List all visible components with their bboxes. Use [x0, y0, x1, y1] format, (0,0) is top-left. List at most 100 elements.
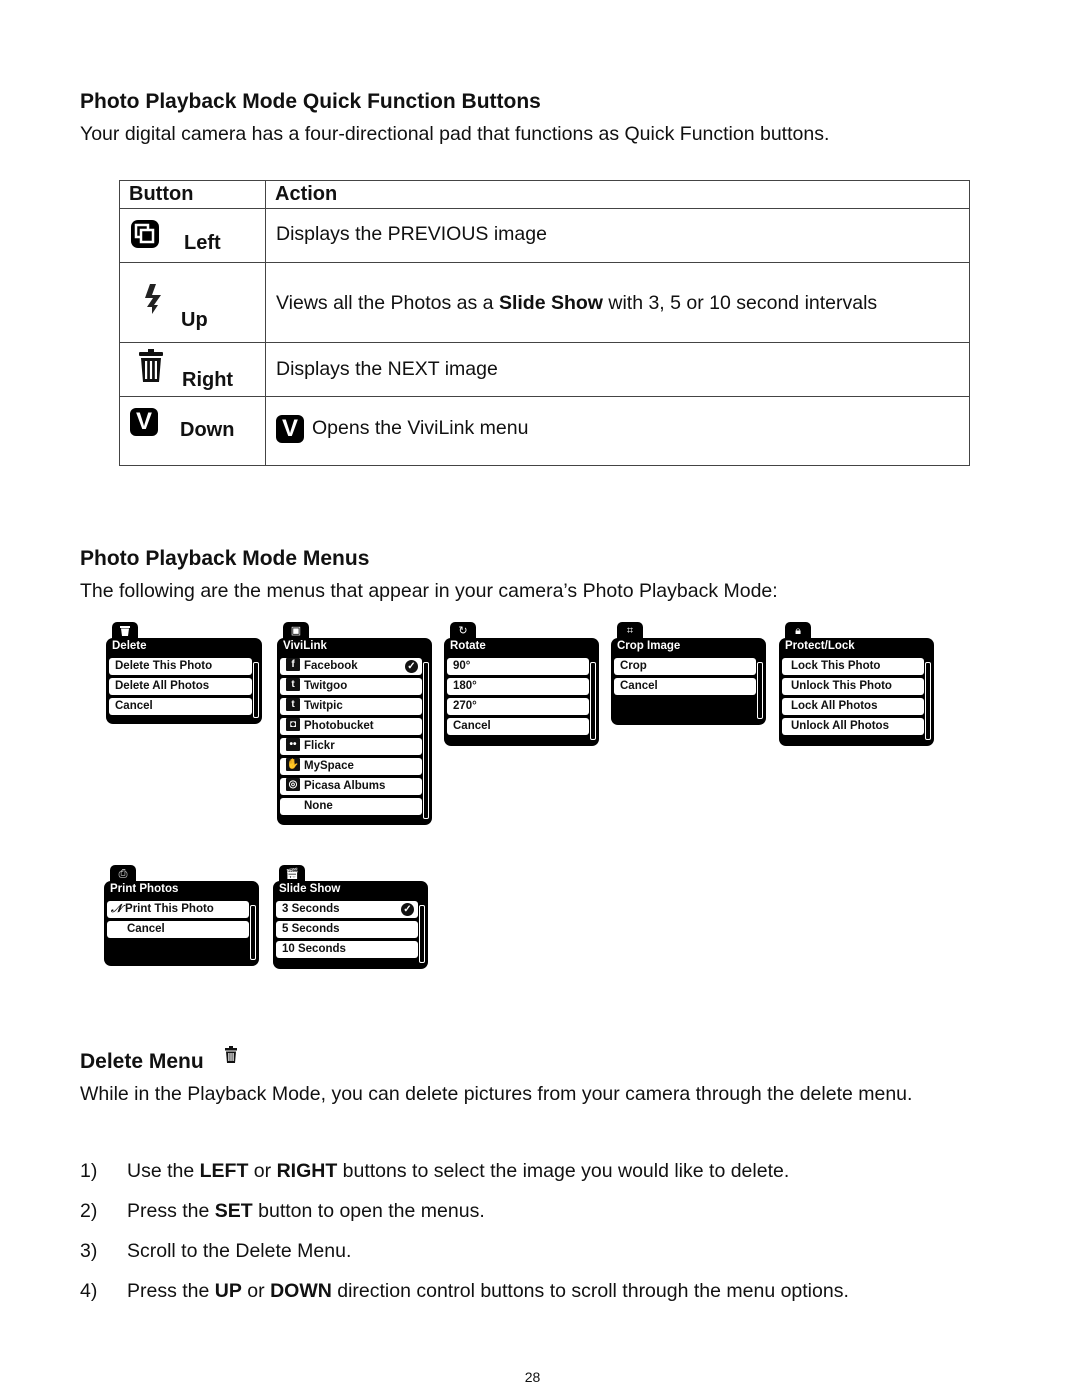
menu-item-lock-all-photos[interactable]: Lock All Photos — [782, 698, 924, 715]
step-text: or — [248, 1160, 277, 1182]
crop-image-menu: ⌗ Crop Image Crop Cancel — [611, 622, 766, 725]
menu-item-180[interactable]: 180° — [447, 678, 589, 695]
scrollbar[interactable] — [419, 905, 425, 963]
step-text-bold: RIGHT — [276, 1160, 338, 1182]
scrollbar[interactable] — [253, 662, 259, 718]
menu-title: Delete — [112, 640, 147, 652]
menu-item-unlock-all-photos[interactable]: Unlock All Photos — [782, 718, 924, 735]
twitgoo-icon: t — [286, 678, 300, 692]
menu-item-photobucket[interactable]: ◘ Photobucket — [280, 718, 422, 735]
menu-title: Protect/Lock — [785, 640, 855, 652]
section-intro-delete-menu: While in the Playback Mode, you can dele… — [80, 1083, 913, 1105]
menu-item-myspace[interactable]: ✋ MySpace — [280, 758, 422, 775]
page-number: 28 — [524, 1369, 541, 1385]
menu-item-270[interactable]: 270° — [447, 698, 589, 715]
button-label-down: Down — [180, 419, 235, 441]
slide-show-menu: 🎬︎ Slide Show 3 Seconds ✓ 5 Seconds 10 Se… — [273, 865, 428, 969]
scrollbar[interactable] — [423, 662, 429, 819]
checkmark-icon: ✓ — [405, 660, 418, 673]
table-header-row: Button Action — [119, 180, 970, 209]
menu-item-10-seconds[interactable]: 10 Seconds — [276, 941, 418, 958]
menu-item-crop[interactable]: Crop — [614, 658, 756, 675]
step-number: 2) — [80, 1200, 98, 1222]
scrollbar[interactable] — [925, 662, 931, 740]
button-label-up: Up — [181, 309, 208, 331]
picasa-icon: ◎ — [286, 778, 300, 792]
list-item: 1) Use the LEFT or RIGHT buttons to selec… — [80, 1160, 849, 1200]
menu-item-delete-all-photos[interactable]: Delete All Photos — [109, 678, 252, 695]
section-intro-quick-function: Your digital camera has a four-direction… — [80, 123, 830, 145]
step-number: 1) — [80, 1160, 98, 1182]
step-text: Press the — [127, 1200, 215, 1222]
menu-item-cancel[interactable]: Cancel — [447, 718, 589, 735]
menu-title: Rotate — [450, 640, 486, 652]
checkmark-icon: ✓ — [401, 903, 414, 916]
menu-item-flickr[interactable]: •• Flickr — [280, 738, 422, 755]
button-label-right: Right — [182, 369, 234, 391]
menu-item-picasa-albums[interactable]: ◎ Picasa Albums — [280, 778, 422, 795]
action-text: Opens the ViviLink menu — [312, 417, 529, 439]
menu-item-none[interactable]: None — [280, 798, 422, 815]
flickr-icon: •• — [286, 738, 300, 752]
menu-title: Slide Show — [279, 883, 341, 895]
section-title-quick-function: Photo Playback Mode Quick Function Butto… — [80, 90, 541, 113]
step-text-bold: DOWN — [270, 1280, 332, 1302]
action-cell: V Opens the ViviLink menu — [265, 396, 970, 466]
vivilink-icon: V — [130, 408, 158, 436]
list-item: 2) Press the SET button to open the menus… — [80, 1200, 849, 1240]
menu-item-twitpic[interactable]: t Twitpic — [280, 698, 422, 715]
menu-title: Crop Image — [617, 640, 681, 652]
step-text: or — [241, 1280, 271, 1302]
action-cell: Displays the NEXT image — [265, 342, 970, 397]
list-item: 3) Scroll to the Delete Menu. — [80, 1240, 849, 1280]
menu-item-cancel[interactable]: Cancel — [107, 921, 249, 938]
menu-item-unlock-this-photo[interactable]: Unlock This Photo — [782, 678, 924, 695]
button-cell: V Down — [119, 396, 266, 466]
menu-item-facebook[interactable]: f Facebook ✓ — [280, 658, 422, 675]
menu-title: ViviLink — [283, 640, 327, 652]
trash-icon — [224, 1046, 238, 1070]
menu-item-cancel[interactable]: Cancel — [109, 698, 252, 715]
photobucket-icon: ◘ — [286, 718, 300, 732]
facebook-icon: f — [286, 658, 300, 672]
menu-item-5-seconds[interactable]: 5 Seconds — [276, 921, 418, 938]
button-label-left: Left — [184, 232, 221, 254]
scrollbar[interactable] — [250, 905, 256, 960]
table-row: Right Displays the NEXT image — [119, 342, 970, 397]
table-row: V Down V Opens the ViviLink menu — [119, 396, 970, 466]
section-intro-menus: The following are the menus that appear … — [80, 580, 778, 602]
rotate-menu: ↻ Rotate 90° 180° 270° Cancel — [444, 622, 599, 746]
scrollbar[interactable] — [590, 662, 596, 740]
quick-function-table: Button Action Left Displays the PREVIOUS… — [119, 180, 970, 466]
myspace-icon: ✋ — [286, 758, 300, 772]
header-action: Action — [265, 180, 970, 209]
section-title-delete-menu: Delete Menu — [80, 1046, 238, 1074]
delete-steps-list: 1) Use the LEFT or RIGHT buttons to selec… — [80, 1160, 849, 1320]
action-text: Views all the Photos as a — [276, 292, 499, 314]
vivilink-icon: V — [276, 415, 304, 443]
flash-icon — [144, 283, 168, 320]
action-text: with 3, 5 or 10 second intervals — [602, 292, 878, 314]
protect-lock-menu: 🔒︎ Protect/Lock Lock This Photo Unlock T… — [779, 622, 934, 746]
menu-item-cancel[interactable]: Cancel — [614, 678, 756, 695]
menu-item-print-this-photo[interactable]: 𝒩 Print This Photo — [107, 901, 249, 918]
menu-item-lock-this-photo[interactable]: Lock This Photo — [782, 658, 924, 675]
step-text: buttons to select the image you would li… — [337, 1160, 790, 1182]
menu-item-90[interactable]: 90° — [447, 658, 589, 675]
menu-item-3-seconds[interactable]: 3 Seconds ✓ — [276, 901, 418, 918]
vivilink-menu: ▣ ViviLink f Facebook ✓ t Twitgoo t Twitpic … — [277, 622, 432, 825]
step-text: Use the — [127, 1160, 200, 1182]
print-photos-menu: ⎙ Print Photos 𝒩 Print This Photo Cancel — [104, 865, 259, 966]
action-cell: Displays the PREVIOUS image — [265, 208, 970, 263]
section-title-menus: Photo Playback Mode Menus — [80, 547, 370, 570]
menu-title: Print Photos — [110, 883, 179, 895]
previous-image-icon — [130, 219, 160, 254]
step-number: 3) — [80, 1240, 98, 1262]
step-text: direction control buttons to scroll thro… — [331, 1280, 849, 1302]
menu-item-delete-this-photo[interactable]: Delete This Photo — [109, 658, 252, 675]
scrollbar[interactable] — [757, 662, 763, 719]
step-text-bold: LEFT — [199, 1160, 249, 1182]
table-row: Up Views all the Photos as a Slide Show … — [119, 262, 970, 343]
action-cell: Views all the Photos as a Slide Show wit… — [265, 262, 970, 343]
menu-item-twitgoo[interactable]: t Twitgoo — [280, 678, 422, 695]
